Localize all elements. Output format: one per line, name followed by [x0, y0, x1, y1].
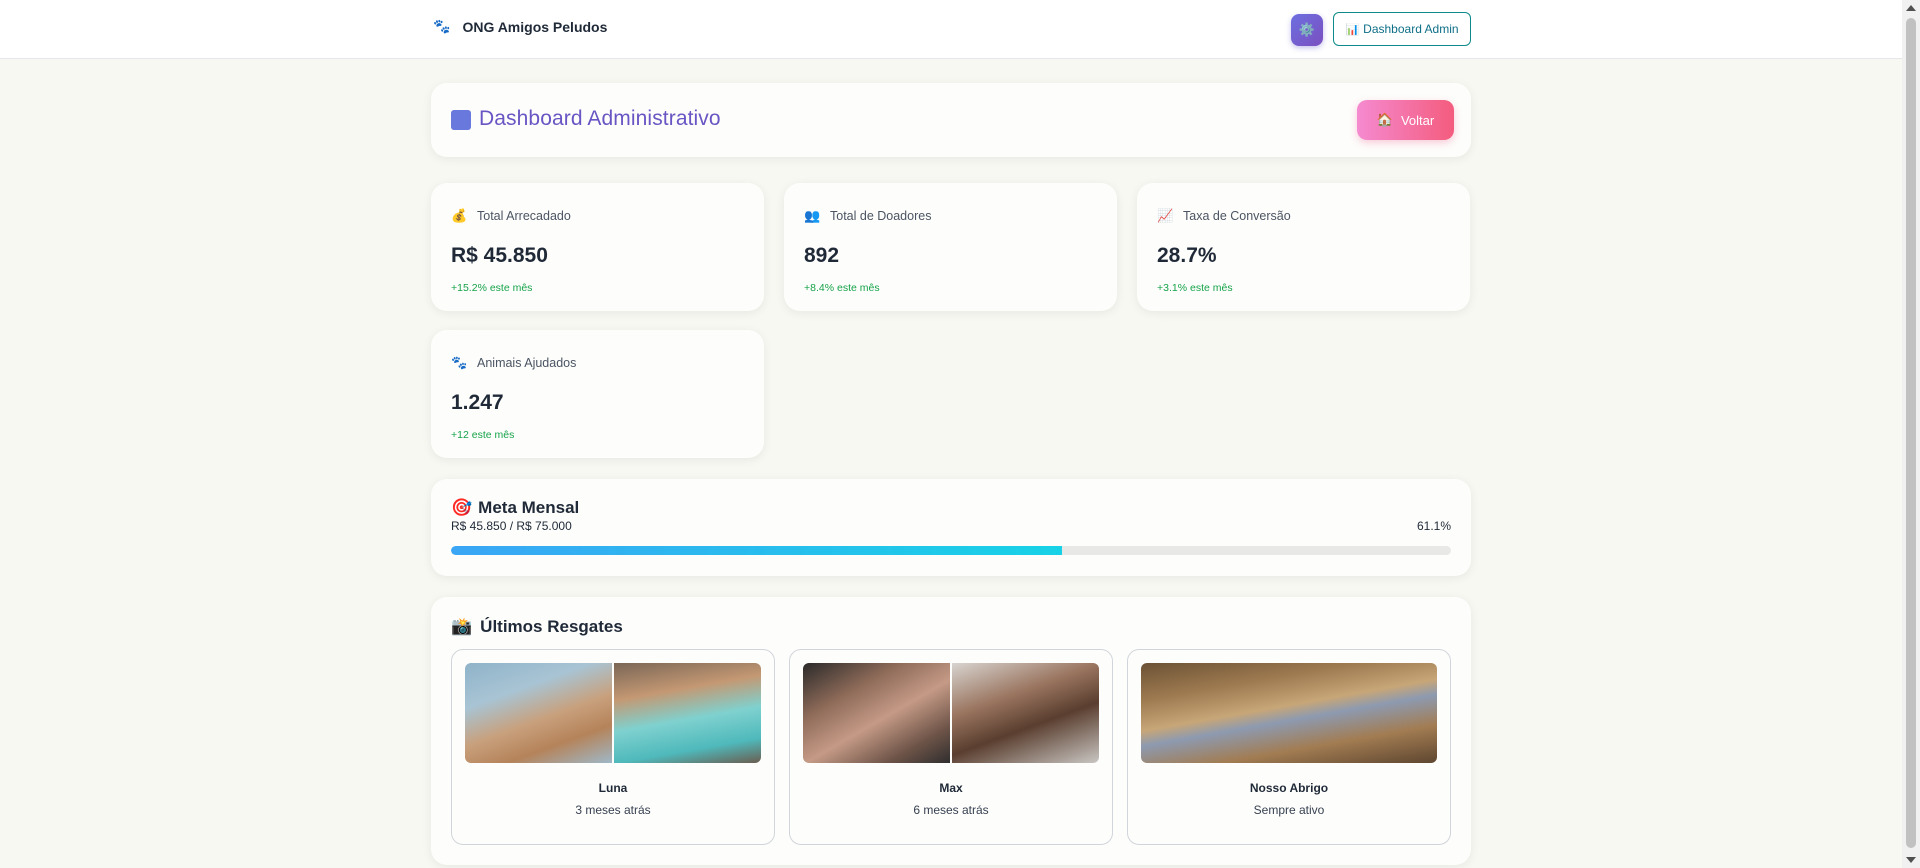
rescue-photos [803, 663, 1099, 763]
page-scrollbar[interactable] [1902, 0, 1920, 868]
rescue-time: Sempre ativo [1253, 803, 1325, 817]
stat-label: Total Arrecadado [477, 209, 571, 223]
goal-progress-bar [451, 546, 1451, 555]
rescue-photo-before[interactable] [465, 663, 612, 763]
stat-label: Animais Ajudados [477, 356, 577, 370]
dashboard-admin-button[interactable]: 📊 Dashboard Admin [1333, 12, 1471, 46]
stat-value: 892 [804, 244, 840, 267]
stat-value: R$ 45.850 [451, 244, 548, 267]
shelter-photo[interactable] [1141, 663, 1437, 763]
scroll-thumb[interactable] [1906, 18, 1916, 848]
brand-name: ONG Amigos Peludos [462, 18, 608, 35]
gear-icon: ⚙️ [1298, 22, 1316, 37]
rescue-photos [465, 663, 761, 763]
rescue-name: Max [939, 781, 963, 795]
stat-delta: +15.2% este mês [451, 282, 533, 294]
goal-amounts: R$ 45.850 / R$ 75.000 [451, 519, 572, 533]
scroll-down-arrow-icon[interactable] [1906, 857, 1916, 863]
stat-value: 1.247 [451, 391, 504, 414]
goal-title: Meta Mensal [478, 498, 580, 517]
rescue-photo-after[interactable] [614, 663, 761, 763]
rescue-item-max[interactable]: Max 6 meses atrás [789, 649, 1113, 845]
rescue-photo-after[interactable] [952, 663, 1099, 763]
paw-icon: 🐾 [433, 18, 451, 34]
rescue-photo-before[interactable] [803, 663, 950, 763]
back-button[interactable]: 🏠 Voltar [1357, 100, 1454, 140]
rescue-name: Nosso Abrigo [1249, 781, 1329, 795]
rescues-title: Últimos Resgates [480, 617, 623, 636]
stat-delta: +12 este mês [451, 429, 515, 441]
rescue-time: 6 meses atrás [913, 803, 989, 817]
dashboard-header-card: Dashboard Administrativo 🏠 Voltar [431, 83, 1471, 157]
stat-delta: +8.4% este mês [804, 282, 880, 294]
chart-icon: 📊 [1345, 23, 1360, 36]
latest-rescues-card: 📸 Últimos Resgates Luna 3 meses atrás Ma… [431, 597, 1471, 865]
dashboard-admin-label: Dashboard Admin [1363, 22, 1459, 36]
money-bag-icon: 💰 [451, 208, 468, 223]
stat-card-taxa-conversao: 📈 Taxa de Conversão 28.7% +3.1% este mês [1137, 183, 1470, 311]
scroll-up-arrow-icon[interactable] [1906, 5, 1916, 11]
stat-label: Total de Doadores [830, 209, 932, 223]
back-label: Voltar [1400, 112, 1435, 128]
monthly-goal-card: 🎯 Meta Mensal R$ 45.850 / R$ 75.000 61.1… [431, 479, 1471, 576]
rescue-name: Luna [598, 781, 628, 795]
stat-card-total-arrecadado: 💰 Total Arrecadado R$ 45.850 +15.2% este… [431, 183, 764, 311]
paw-icon: 🐾 [451, 355, 468, 370]
settings-button[interactable]: ⚙️ [1291, 14, 1323, 46]
goal-percent: 61.1% [1416, 519, 1451, 533]
top-navbar: 🐾 ONG Amigos Peludos ⚙️ 📊 Dashboard Admi… [0, 0, 1902, 59]
trend-chart-icon: 📈 [1157, 208, 1174, 223]
goal-progress-fill [451, 546, 1062, 555]
page-title: Dashboard Administrativo [479, 107, 721, 130]
people-icon: 👥 [804, 208, 821, 223]
rescue-item-luna[interactable]: Luna 3 meses atrás [451, 649, 775, 845]
home-icon: 🏠 [1376, 112, 1393, 127]
stat-card-animais-ajudados: 🐾 Animais Ajudados 1.247 +12 este mês [431, 330, 764, 458]
stat-label: Taxa de Conversão [1183, 209, 1291, 223]
rescue-item-nosso-abrigo[interactable]: Nosso Abrigo Sempre ativo [1127, 649, 1451, 845]
rescues-grid: Luna 3 meses atrás Max 6 meses atrás Nos… [451, 649, 1452, 845]
stat-delta: +3.1% este mês [1157, 282, 1233, 294]
target-icon: 🎯 [451, 498, 473, 517]
stat-card-total-doadores: 👥 Total de Doadores 892 +8.4% este mês [784, 183, 1117, 311]
rescue-time: 3 meses atrás [575, 803, 651, 817]
square-icon [451, 110, 471, 130]
rescue-photos [1141, 663, 1437, 763]
stat-value: 28.7% [1157, 244, 1217, 267]
camera-icon: 📸 [451, 617, 473, 636]
brand[interactable]: 🐾 ONG Amigos Peludos [433, 18, 607, 35]
